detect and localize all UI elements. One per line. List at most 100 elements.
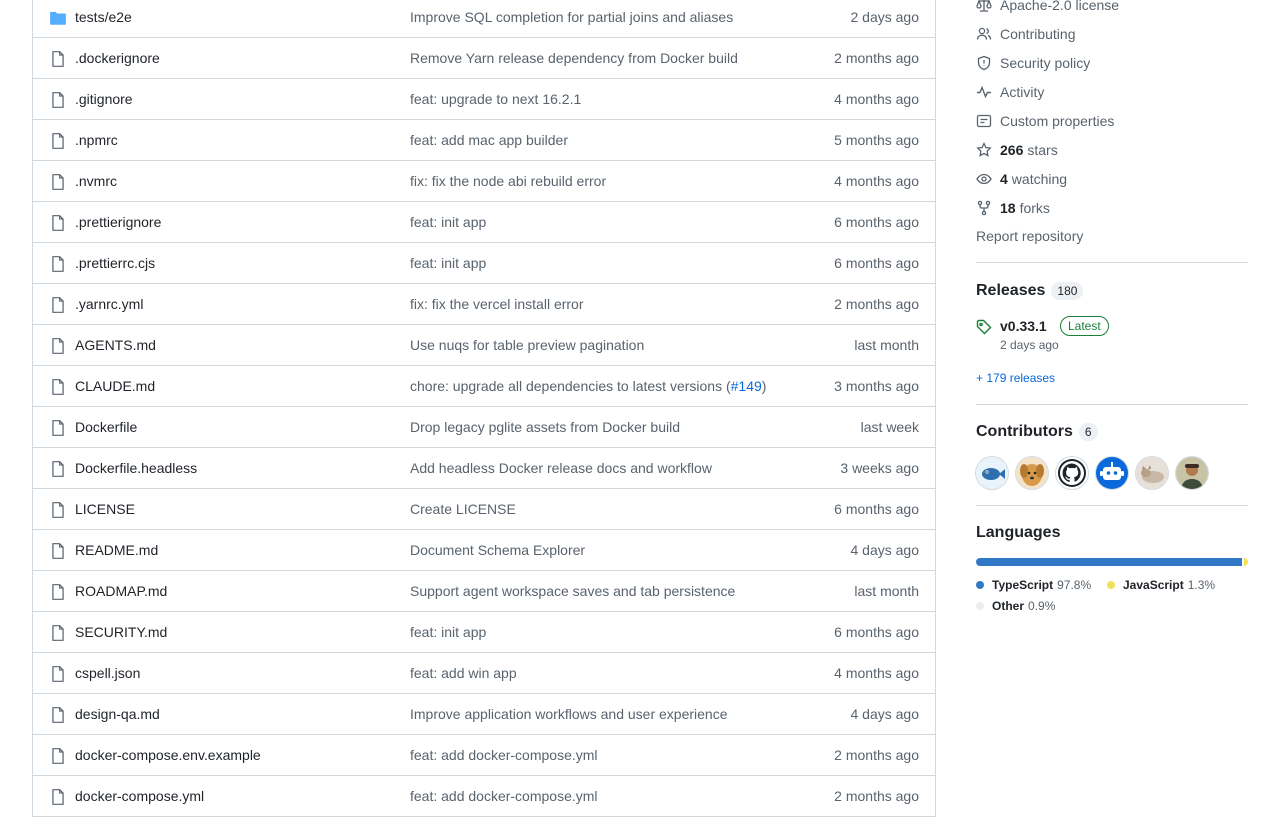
commit-age: 2 months ago [834,50,919,66]
file-row[interactable]: .npmrc feat: add mac app builder 5 months … [33,120,935,161]
commit-message-link[interactable]: fix: fix the node abi rebuild error [410,161,606,201]
file-name-link[interactable]: LICENSE [75,489,135,529]
more-releases-link[interactable]: + 179 releases [976,371,1055,385]
commit-message-link[interactable]: chore: upgrade all dependencies to lates… [410,366,766,406]
file-name-link[interactable]: README.md [75,530,158,570]
file-row[interactable]: Dockerfile Drop legacy pglite assets from… [33,407,935,448]
file-name-link[interactable]: docker-compose.env.example [75,735,261,775]
file-name-link[interactable]: .gitignore [75,79,133,119]
file-row[interactable]: AGENTS.md Use nuqs for table preview pagi… [33,325,935,366]
commit-age: 3 weeks ago [840,460,919,476]
github-avatar[interactable] [1056,457,1088,489]
language-bar [976,558,1248,566]
activity-link[interactable]: Activity [976,82,1044,102]
forks-link[interactable]: 18 forks [976,198,1050,218]
file-icon [49,419,67,437]
releases-heading[interactable]: Releases 180 [976,282,1084,300]
file-row[interactable]: .dockerignore Remove Yarn release depende… [33,38,935,79]
watchers-link[interactable]: 4 watching [976,169,1067,189]
file-name-link[interactable]: ROADMAP.md [75,571,167,611]
dog-avatar[interactable] [1016,457,1048,489]
file-row[interactable]: .prettierignore feat: init app 6 months ag… [33,202,935,243]
bot-avatar[interactable] [1096,457,1128,489]
commit-message-link[interactable]: feat: upgrade to next 16.2.1 [410,79,581,119]
custom-properties-link[interactable]: Custom properties [976,111,1114,131]
commit-message-link[interactable]: Document Schema Explorer [410,530,585,570]
file-row[interactable]: docker-compose.yml feat: add docker-compo… [33,776,935,817]
file-name-link[interactable]: .npmrc [75,120,118,160]
language-typescript[interactable]: TypeScript 97.8% [976,578,1091,592]
commit-message-link[interactable]: feat: add docker-compose.yml [410,776,598,816]
commit-message-link[interactable]: Support agent workspace saves and tab pe… [410,571,735,611]
commit-message-link[interactable]: Improve application workflows and user e… [410,694,728,734]
language-javascript[interactable]: JavaScript 1.3% [1107,578,1215,592]
commit-message-link[interactable]: Improve SQL completion for partial joins… [410,0,733,37]
file-name-link[interactable]: Dockerfile [75,407,137,447]
file-row[interactable]: tests/e2e Improve SQL completion for part… [33,0,935,38]
commit-message-link[interactable]: feat: add win app [410,653,517,693]
report-repository-link[interactable]: Report repository [976,228,1083,244]
commit-message-text: chore: upgrade all dependencies to lates… [410,378,731,394]
file-icon [49,460,67,478]
file-name-link[interactable]: AGENTS.md [75,325,156,365]
file-name-link[interactable]: design-qa.md [75,694,160,734]
file-name-link[interactable]: cspell.json [75,653,140,693]
commit-message-link[interactable]: fix: fix the vercel install error [410,284,584,324]
commit-message-link[interactable]: Remove Yarn release dependency from Dock… [410,38,738,78]
file-row[interactable]: docker-compose.env.example feat: add dock… [33,735,935,776]
person-avatar[interactable] [1176,457,1208,489]
other-dot [976,602,984,610]
stars-link[interactable]: 266 stars [976,140,1058,160]
file-name-link[interactable]: tests/e2e [75,0,132,37]
commit-message-link[interactable]: Drop legacy pglite assets from Docker bu… [410,407,680,447]
fish-avatar[interactable] [976,457,1008,489]
pulse-icon [976,84,992,100]
file-name-link[interactable]: SECURITY.md [75,612,167,652]
file-row[interactable]: ROADMAP.md Support agent workspace saves … [33,571,935,612]
file-name-link[interactable]: CLAUDE.md [75,366,155,406]
commit-age: 2 days ago [850,9,920,25]
file-name-link[interactable]: .dockerignore [75,38,160,78]
file-row[interactable]: design-qa.md Improve application workflow… [33,694,935,735]
commit-message-link[interactable]: feat: add docker-compose.yml [410,735,598,775]
file-row[interactable]: .prettierrc.cjs feat: init app 6 months ag… [33,243,935,284]
file-row[interactable]: CLAUDE.md chore: upgrade all dependencies… [33,366,935,407]
license-link[interactable]: Apache-2.0 license [976,0,1119,15]
file-name-link[interactable]: Dockerfile.headless [75,448,197,488]
commit-message-link[interactable]: Use nuqs for table preview pagination [410,325,644,365]
commit-message-text: Improve application workflows and user e… [410,706,728,722]
contributing-link[interactable]: Contributing [976,24,1076,44]
file-row[interactable]: .gitignore feat: upgrade to next 16.2.1 4 … [33,79,935,120]
pull-request-link[interactable]: #149 [731,378,762,394]
commit-message-link[interactable]: feat: init app [410,243,486,283]
file-row[interactable]: README.md Document Schema Explorer 4 days … [33,530,935,571]
file-name-link[interactable]: .prettierrc.cjs [75,243,155,283]
file-row[interactable]: Dockerfile.headless Add headless Docker r… [33,448,935,489]
commit-message-link[interactable]: feat: init app [410,612,486,652]
file-row[interactable]: cspell.json feat: add win app 4 months ago [33,653,935,694]
commit-message-link[interactable]: Add headless Docker release docs and wor… [410,448,712,488]
commit-message-text: Drop legacy pglite assets from Docker bu… [410,419,681,435]
commit-message-link[interactable]: feat: init app [410,202,486,242]
commit-message-link[interactable]: feat: add mac app builder [410,120,568,160]
security-policy-link[interactable]: Security policy [976,53,1090,73]
file-name-link[interactable]: docker-compose.yml [75,776,204,816]
file-icon [49,706,67,724]
commit-message-text: feat: upgrade to next 16.2.1 [410,91,582,107]
cat-avatar[interactable] [1136,457,1168,489]
file-row[interactable]: LICENSE Create LICENSE 6 months ago [33,489,935,530]
people-icon [976,26,992,42]
file-name-link[interactable]: .yarnrc.yml [75,284,143,324]
commit-message-text: fix: fix the node abi rebuild error [410,173,607,189]
contributors-heading[interactable]: Contributors 6 [976,423,1098,441]
language-other[interactable]: Other 0.9% [976,599,1055,613]
latest-release-link[interactable]: v0.33.1 [1000,318,1047,334]
commit-message-link[interactable]: Create LICENSE [410,489,516,529]
law-icon [976,0,992,13]
file-row[interactable]: .yarnrc.yml fix: fix the vercel install e… [33,284,935,325]
file-name-link[interactable]: .nvmrc [75,161,117,201]
file-name-link[interactable]: .prettierignore [75,202,161,242]
file-row[interactable]: .nvmrc fix: fix the node abi rebuild erro… [33,161,935,202]
file-row[interactable]: SECURITY.md feat: init app 6 months ago [33,612,935,653]
commit-age: 5 months ago [834,132,919,148]
